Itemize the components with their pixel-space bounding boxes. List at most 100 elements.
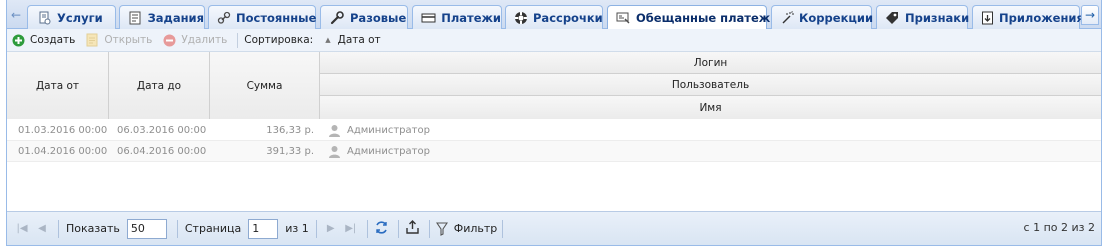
export-icon [405,219,420,238]
main-panel: ← Услуги Задания Постоянные Разовые Плат… [6,0,1102,246]
tab-attachments[interactable]: Приложения [972,5,1084,29]
create-label: Создать [30,34,76,46]
page-size-input[interactable]: 50 [126,218,167,239]
grid-toolbar: Создать Открыть Удалить Сортировка: ▲ Да… [7,29,1101,52]
tab-label: Приложения [999,10,1084,25]
filter-label: Фильтр [453,222,498,235]
page-label: Страница [184,222,242,235]
create-button[interactable]: Создать [11,33,75,47]
cell-sum: 391,33 р. [266,146,314,157]
delete-label: Удалить [181,34,228,46]
cell-date-to: 06.03.2016 00:00 [117,125,207,136]
link-icon [217,10,231,26]
tab-label: Коррекции [799,10,874,25]
paging-toolbar: |◀ ◀ Показать 50 Страница 1 из 1 ▶ ▶| Фи… [7,211,1101,245]
column-header-user[interactable]: Пользователь [320,74,1101,96]
tab-label: Обещанные платежи [636,11,779,25]
column-header-sum[interactable]: Сумма [210,52,320,119]
arrow-right-icon: → [1084,8,1096,22]
column-header-label: Пользователь [671,78,750,91]
pager-separator [58,219,59,238]
column-header-label: Дата от [35,79,80,92]
tab-label: Рассрочки [533,10,603,25]
last-page-icon: ▶| [345,223,357,234]
column-header-name[interactable]: Имя [320,96,1101,119]
cell-date-from: 01.04.2016 00:00 [18,146,108,157]
tab-corrections[interactable]: Коррекции [771,5,874,29]
refresh-button[interactable] [373,220,391,238]
tag-icon [885,10,900,26]
wrench-icon [329,10,345,26]
next-page-button[interactable]: ▶ [322,220,340,238]
table-row[interactable]: 01.03.2016 00:00 06.03.2016 00:00 136,33… [7,120,1101,141]
sort-field-label: Дата от [337,34,381,46]
attachment-icon [981,10,994,26]
tab-label: Платежи [441,10,501,25]
next-page-icon: ▶ [326,223,335,234]
cell-date-to: 06.04.2016 00:00 [117,146,207,157]
tab-payments[interactable]: Платежи [412,5,502,29]
pager-separator [502,219,504,238]
last-page-button[interactable]: ▶| [342,220,360,238]
column-header-label: Сумма [246,79,283,92]
tab-services[interactable]: Услуги [27,5,116,29]
sort-caption: Сортировка: [244,34,314,46]
tab-label: Услуги [57,10,103,25]
tab-installments[interactable]: Рассрочки [505,5,603,29]
pager-separator [366,219,368,238]
grid-header: Дата от Дата до Сумма Логин Пользователь… [7,52,1101,119]
filter-icon [435,221,449,236]
column-header-login[interactable]: Логин [320,52,1101,74]
sort-chip-date-from[interactable]: ▲ Дата от [325,34,380,46]
wand-icon [780,10,794,26]
card-icon [421,10,436,26]
tab-tasks[interactable]: Задания [119,5,205,29]
first-page-icon: |◀ [16,223,28,234]
cell-user: Администратор [328,141,430,162]
lifebuoy-icon [514,10,528,26]
prev-page-button[interactable]: ◀ [33,220,51,238]
grid-body: 01.03.2016 00:00 06.03.2016 00:00 136,33… [7,120,1101,210]
user-name: Администратор [347,146,430,157]
tab-one-time[interactable]: Разовые [320,5,408,29]
tab-permanent[interactable]: Постоянные [208,5,316,29]
tab-promised-payments[interactable]: Обещанные платежи [607,5,778,30]
tab-label: Разовые [350,10,407,25]
plus-circle-icon [11,33,25,47]
pager-separator [176,219,178,238]
column-header-date-to[interactable]: Дата до [109,52,210,119]
cell-user: Администратор [328,120,430,141]
user-icon [328,124,341,137]
pager-separator [397,219,399,238]
column-header-label: Имя [699,101,722,114]
tab-attributes[interactable]: Признаки [876,5,970,29]
column-header-label: Дата до [136,79,182,92]
filter-button[interactable]: Фильтр [435,221,498,236]
pager-separator [428,219,430,238]
tab-label: Постоянные [236,10,317,25]
paging-info: с 1 по 2 из 2 [1023,221,1095,234]
task-list-icon [128,10,143,26]
tab-label: Признаки [905,10,970,25]
refresh-icon [374,220,389,238]
export-button[interactable] [404,219,422,238]
delete-button[interactable]: Удалить [162,33,227,47]
tab-scroll-left-button[interactable]: ← [9,5,23,25]
user-name: Администратор [347,125,430,136]
tab-scroll-right-button[interactable]: → [1081,5,1099,25]
table-row[interactable]: 01.04.2016 00:00 06.04.2016 00:00 391,33… [7,141,1101,162]
prev-page-icon: ◀ [38,223,46,234]
page-count-label: из 1 [285,222,309,235]
minus-circle-icon [162,33,176,47]
page-number-input[interactable]: 1 [248,218,279,239]
sort-ascending-icon: ▲ [325,36,331,44]
open-button[interactable]: Открыть [85,33,152,47]
first-page-button[interactable]: |◀ [13,220,31,238]
promise-icon [616,10,631,26]
open-label: Открыть [104,34,153,46]
tab-strip: ← Услуги Задания Постоянные Разовые Плат… [7,0,1101,30]
open-document-icon [85,33,99,47]
page-size-label: Показать [66,222,120,235]
column-header-date-from[interactable]: Дата от [7,52,109,119]
arrow-left-icon: ← [10,8,22,22]
